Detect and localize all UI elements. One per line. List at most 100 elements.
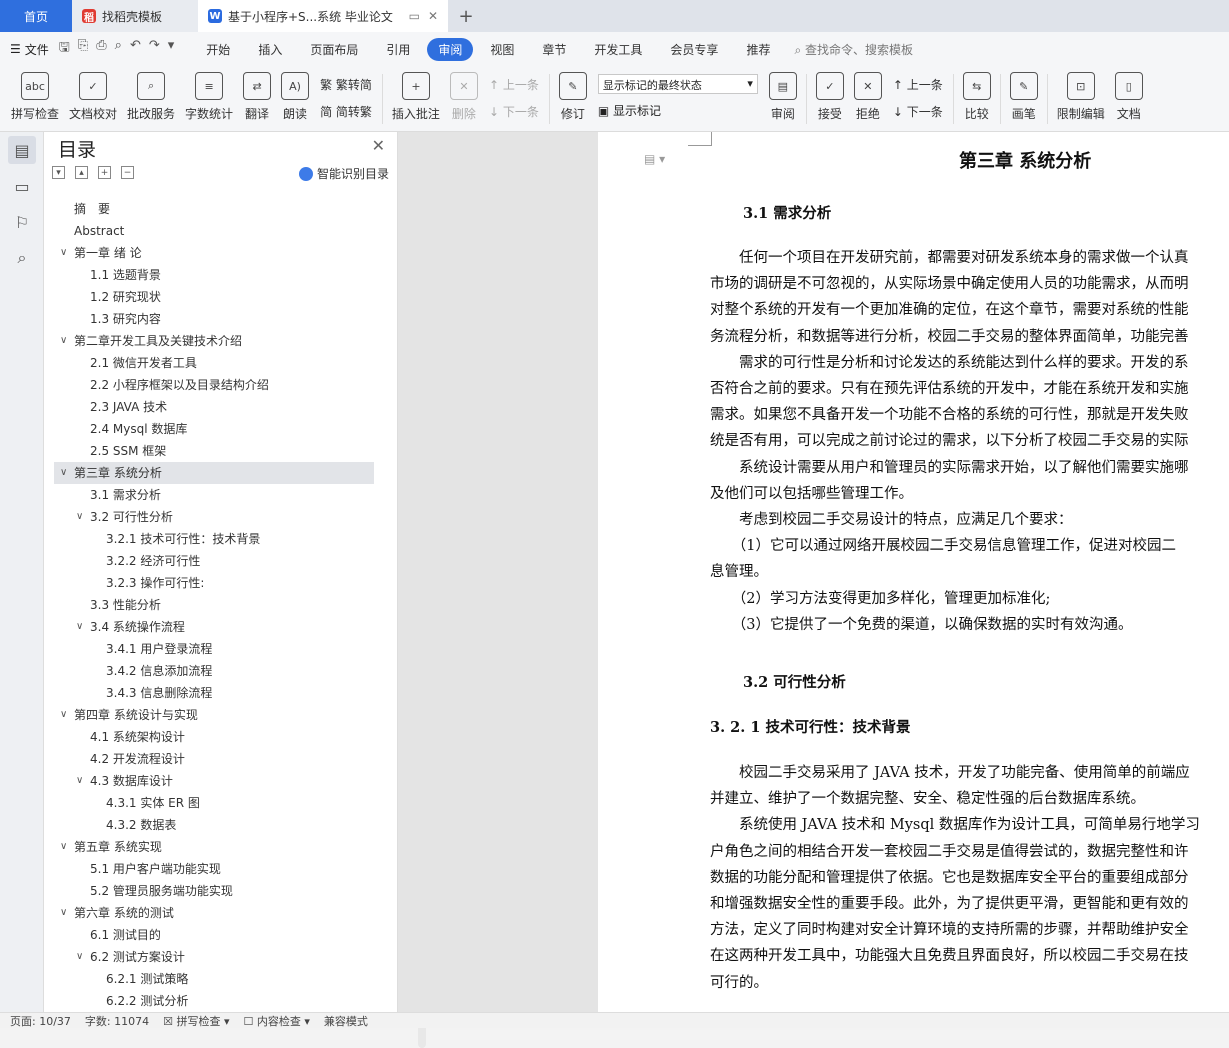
- menu-recommend[interactable]: 推荐: [735, 38, 781, 61]
- expand-all-icon[interactable]: ▾: [52, 166, 65, 179]
- pen-button[interactable]: ✎ 画笔: [1005, 66, 1043, 122]
- chevron-down-icon[interactable]: ∨: [76, 770, 83, 792]
- read-aloud-button[interactable]: A) 朗读: [276, 66, 314, 122]
- preview-icon[interactable]: ⌕: [115, 38, 122, 60]
- toc-item[interactable]: 3.3 性能分析: [54, 594, 374, 616]
- chevron-down-icon[interactable]: ∨: [60, 902, 67, 924]
- menu-layout[interactable]: 页面布局: [299, 38, 369, 61]
- menu-review[interactable]: 审阅: [427, 37, 474, 61]
- toc-item[interactable]: 1.2 研究现状: [54, 286, 374, 308]
- chevron-down-icon[interactable]: ∨: [60, 330, 67, 352]
- toc-item[interactable]: Abstract: [54, 220, 374, 242]
- toc-icon[interactable]: ▤: [8, 136, 36, 164]
- search-panel-icon[interactable]: ⌕: [8, 244, 36, 272]
- command-search[interactable]: ⌕ 查找命令、搜索模板: [794, 41, 913, 58]
- toc-item[interactable]: 3.4.2 信息添加流程: [54, 660, 374, 682]
- chevron-down-icon[interactable]: ∨: [76, 946, 83, 968]
- smart-toc-button[interactable]: 智能识别目录: [298, 165, 389, 182]
- menu-member[interactable]: 会员专享: [659, 38, 729, 61]
- toc-item[interactable]: ∨ 3.2 可行性分析: [54, 506, 374, 528]
- toc-item[interactable]: 2.1 微信开发者工具: [54, 352, 374, 374]
- page-count[interactable]: 页面: 10/37: [10, 1013, 71, 1029]
- toc-item[interactable]: 摘 要: [54, 198, 374, 220]
- bookmark-icon[interactable]: ⚐: [8, 208, 36, 236]
- customize-icon[interactable]: ▾: [168, 38, 175, 60]
- next-comment-button[interactable]: ↓ 下一条: [489, 103, 539, 120]
- toc-item[interactable]: 6.2.1 测试策略: [54, 968, 374, 990]
- chevron-down-icon[interactable]: ∨: [76, 616, 83, 638]
- accept-button[interactable]: ✓ 接受: [811, 66, 849, 122]
- chevron-down-icon[interactable]: ∨: [60, 242, 67, 264]
- toc-item[interactable]: ∨ 6.2 测试方案设计: [54, 946, 374, 968]
- export-icon[interactable]: ⎘: [78, 38, 88, 60]
- toc-item[interactable]: 2.2 小程序框架以及目录结构介绍: [54, 374, 374, 396]
- spell-status[interactable]: ☒ 拼写检查 ▾: [163, 1013, 229, 1029]
- print-icon[interactable]: ⎙: [96, 38, 106, 60]
- toc-item[interactable]: 2.4 Mysql 数据库: [54, 418, 374, 440]
- toc-item[interactable]: ∨ 第二章开发工具及关键技术介绍: [54, 330, 374, 352]
- monitor-icon[interactable]: ▭: [409, 9, 420, 23]
- menu-start[interactable]: 开始: [195, 38, 241, 61]
- menu-references[interactable]: 引用: [375, 38, 421, 61]
- toc-item[interactable]: ∨ 第五章 系统实现: [54, 836, 374, 858]
- close-icon[interactable]: ✕: [372, 136, 385, 155]
- toc-item[interactable]: 1.1 选题背景: [54, 264, 374, 286]
- content-check-status[interactable]: ☐ 内容检查 ▾: [244, 1013, 310, 1029]
- toc-item[interactable]: 5.2 管理员服务端功能实现: [54, 880, 374, 902]
- insert-comment-button[interactable]: + 插入批注: [387, 66, 445, 122]
- page-options-icon[interactable]: ▤ ▾: [644, 152, 665, 166]
- toc-item[interactable]: ∨ 4.3 数据库设计: [54, 770, 374, 792]
- toc-item[interactable]: 4.3.2 数据表: [54, 814, 374, 836]
- toc-item[interactable]: ∨ 第四章 系统设计与实现: [54, 704, 374, 726]
- chevron-down-icon[interactable]: ∨: [76, 506, 83, 528]
- toc-item[interactable]: 3.4.3 信息删除流程: [54, 682, 374, 704]
- toc-item[interactable]: 4.2 开发流程设计: [54, 748, 374, 770]
- markup-mode-select[interactable]: 显示标记的最终状态 ▾: [597, 74, 758, 94]
- file-menu[interactable]: ☰ 文件: [10, 41, 49, 58]
- toc-item[interactable]: ∨ 第三章 系统分析: [54, 462, 374, 484]
- restrict-edit-button[interactable]: ⊡ 限制编辑: [1052, 66, 1110, 122]
- document-page[interactable]: ▤ ▾ 第三章 系统分析 3.1 需求分析 任何一个项目在开发研究前，都需要对研…: [598, 132, 1229, 1012]
- chevron-down-icon[interactable]: ∨: [60, 836, 67, 858]
- menu-view[interactable]: 视图: [479, 38, 525, 61]
- track-changes-button[interactable]: ✎ 修订: [554, 66, 592, 122]
- menu-section[interactable]: 章节: [531, 38, 577, 61]
- prev-comment-button[interactable]: ↑ 上一条: [489, 76, 539, 93]
- toc-item[interactable]: 3.4.1 用户登录流程: [54, 638, 374, 660]
- close-tab-icon[interactable]: ✕: [428, 9, 438, 23]
- toc-item[interactable]: 3.2.1 技术可行性：技术背景: [54, 528, 374, 550]
- toc-item[interactable]: ∨ 3.4 系统操作流程: [54, 616, 374, 638]
- toc-item[interactable]: 2.5 SSM 框架: [54, 440, 374, 462]
- toc-item[interactable]: 1.3 研究内容: [54, 308, 374, 330]
- toc-item[interactable]: 5.1 用户客户端功能实现: [54, 858, 374, 880]
- next-change-button[interactable]: ↓ 下一条: [893, 103, 943, 120]
- remove-heading-icon[interactable]: −: [121, 166, 134, 179]
- toc-item[interactable]: 3.2.2 经济可行性: [54, 550, 374, 572]
- batch-service-button[interactable]: ⌕ 批改服务: [122, 66, 180, 122]
- chapter-nav-icon[interactable]: ▭: [8, 172, 36, 200]
- new-tab-button[interactable]: +: [448, 0, 484, 32]
- tab-document[interactable]: W 基于小程序+S...系统 毕业论文 ▭ ✕: [198, 0, 448, 32]
- prev-change-button[interactable]: ↑ 上一条: [893, 76, 943, 93]
- proofread-button[interactable]: ✓ 文档校对: [64, 66, 122, 122]
- spell-check-button[interactable]: abc 拼写检查: [6, 66, 64, 122]
- toc-item[interactable]: 3.2.3 操作可行性:: [54, 572, 374, 594]
- review-pane-button[interactable]: ▤ 审阅: [764, 66, 802, 122]
- simp-to-trad-button[interactable]: 简 简转繁: [320, 103, 372, 120]
- redo-icon[interactable]: ↷: [149, 38, 160, 60]
- tab-home[interactable]: 首页: [0, 0, 72, 32]
- delete-comment-button[interactable]: ✕ 删除: [445, 66, 483, 122]
- toc-item[interactable]: 4.1 系统架构设计: [54, 726, 374, 748]
- undo-icon[interactable]: ↶: [130, 38, 141, 60]
- show-markup-button[interactable]: ▣ 显示标记: [598, 102, 758, 119]
- toc-item[interactable]: 4.3.1 实体 ER 图: [54, 792, 374, 814]
- save-icon[interactable]: 🖫: [59, 38, 70, 60]
- compare-button[interactable]: ⇆ 比较: [958, 66, 996, 122]
- toc-item[interactable]: ∨ 第六章 系统的测试: [54, 902, 374, 924]
- word-count-button[interactable]: ≡ 字数统计: [180, 66, 238, 122]
- translate-button[interactable]: ⇄ 翻译: [238, 66, 276, 122]
- add-heading-icon[interactable]: +: [98, 166, 111, 179]
- toc-item[interactable]: 6.2.2 测试分析: [54, 990, 374, 1012]
- toc-item[interactable]: 6.1 测试目的: [54, 924, 374, 946]
- toc-item[interactable]: 3.1 需求分析: [54, 484, 374, 506]
